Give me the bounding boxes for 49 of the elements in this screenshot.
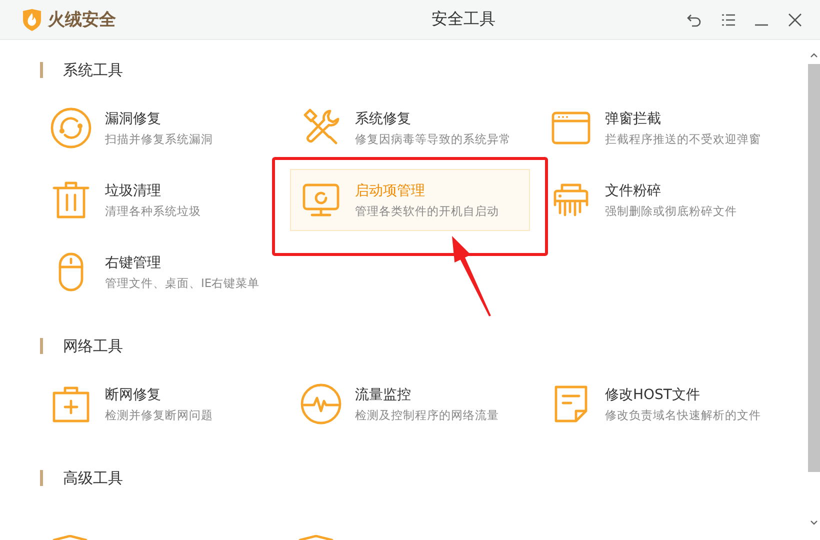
tool-description: 检测并修复断网问题 — [105, 408, 213, 422]
tool-title: 文件粉碎 — [605, 182, 662, 200]
tool-description: 修改负责域名快速解析的文件 — [605, 408, 761, 422]
window-title: 安全工具 — [430, 9, 496, 30]
tool-title: 垃圾清理 — [105, 182, 162, 200]
section-title: 网络工具 — [63, 336, 123, 356]
tool-description: 修复因病毒等导致的系统异常 — [355, 132, 511, 146]
refresh-circle-icon — [50, 107, 92, 149]
tool-item[interactable]: 垃圾清理 清理各种系统垃圾 — [40, 169, 280, 231]
tool-item[interactable]: 文件粉碎 强制删除或彻底粉碎文件 — [540, 169, 780, 231]
section-marker — [40, 338, 43, 354]
tool-title: 弹窗拦截 — [605, 110, 662, 128]
section-marker — [40, 470, 43, 486]
tool-title: 断网修复 — [105, 386, 162, 404]
scroll-up-icon[interactable] — [810, 52, 818, 58]
tool-title: 漏洞修复 — [105, 110, 162, 128]
tool-item[interactable]: 断网修复 检测并修复断网问题 — [40, 373, 280, 435]
menu-icon — [721, 12, 735, 26]
tool-description: 拦截程序推送的不受欢迎弹窗 — [605, 132, 761, 146]
tool-item[interactable]: 修改HOST文件 修改负责域名快速解析的文件 — [540, 373, 780, 435]
tool-description: 扫描并修复系统漏洞 — [105, 132, 213, 146]
tool-item[interactable]: 弹窗拦截 拦截程序推送的不受欢迎弹窗 — [540, 97, 780, 159]
pulse-circle-icon — [300, 383, 342, 425]
tool-item[interactable]: 系统修复 修复因病毒等导致的系统异常 — [290, 97, 530, 159]
tool-item[interactable]: 右键管理 管理文件、桌面、IE右键菜单 — [40, 241, 280, 303]
tool-description: 管理各类软件的开机自启动 — [355, 204, 499, 218]
section-title: 高级工具 — [63, 468, 123, 488]
undo-icon — [687, 12, 701, 26]
tool-description: 强制删除或彻底粉碎文件 — [605, 204, 737, 218]
tool-description: 管理文件、桌面、IE右键菜单 — [105, 276, 260, 290]
tool-title: 启动项管理 — [355, 182, 426, 200]
section-title: 系统工具 — [63, 60, 123, 80]
tool-description: 清理各种系统垃圾 — [105, 204, 201, 218]
close-button[interactable] — [786, 10, 804, 28]
tool-title: 修改HOST文件 — [605, 386, 701, 404]
tool-description: 检测及控制程序的网络流量 — [355, 408, 499, 422]
tool-title: 流量监控 — [355, 386, 412, 404]
section-marker — [40, 62, 43, 78]
shield-flame-logo-icon — [22, 8, 42, 30]
tool-title: 右键管理 — [105, 254, 162, 272]
logo-text: 火绒安全 — [48, 9, 116, 31]
tool-item[interactable]: 流量监控 检测及控制程序的网络流量 — [290, 373, 530, 435]
close-icon — [788, 12, 802, 26]
scrollbar-thumb[interactable] — [808, 64, 820, 472]
tool-item[interactable]: 漏洞修复 扫描并修复系统漏洞 — [40, 97, 280, 159]
scroll-down-icon[interactable] — [810, 520, 818, 526]
trash-icon — [50, 179, 92, 221]
minimize-icon — [755, 24, 768, 26]
tool-title: 系统修复 — [355, 110, 412, 128]
